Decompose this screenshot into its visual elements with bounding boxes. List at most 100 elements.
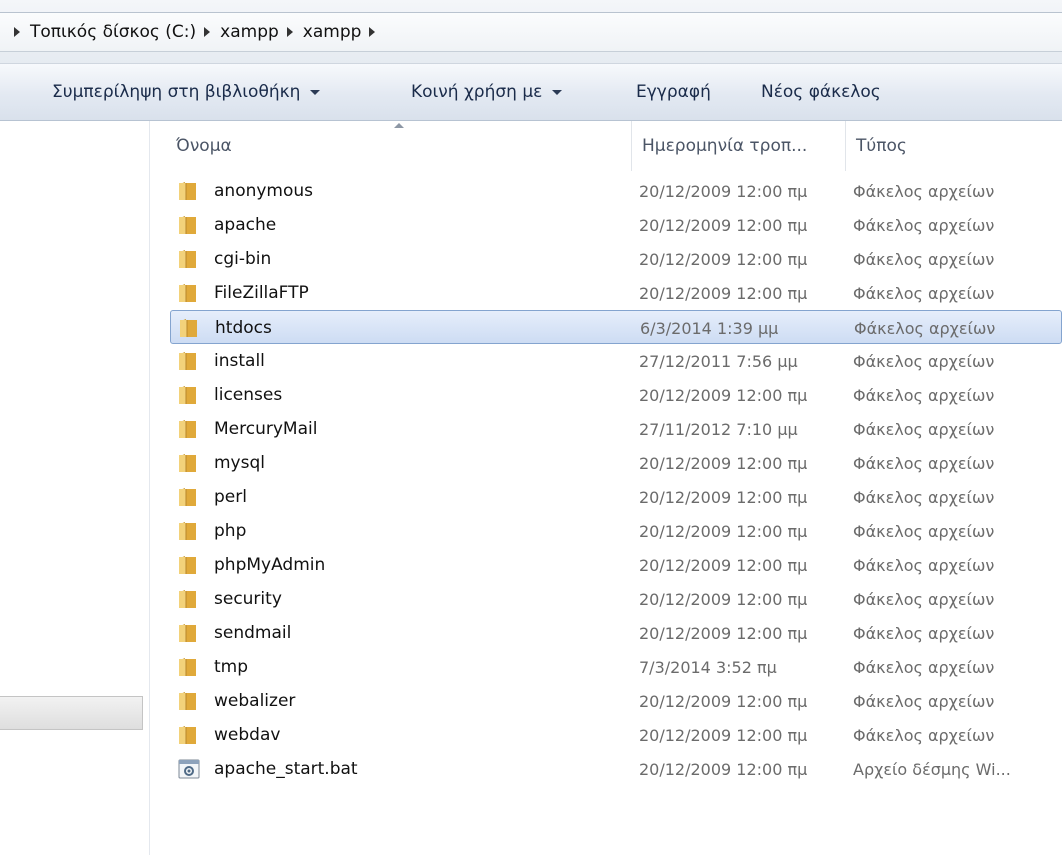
folder-icon [178,656,198,678]
file-row[interactable]: tmp 7/3/2014 3:52 πμ Φάκελος αρχείων [170,650,1062,684]
folder-icon [178,588,198,610]
file-type: Φάκελος αρχείων [854,319,996,338]
folder-icon [178,452,198,474]
file-row[interactable]: licenses 20/12/2009 12:00 πμ Φάκελος αρχεί… [170,378,1062,412]
include-in-library-label: Συμπερίληψη στη βιβλιοθήκη [52,82,301,102]
file-row[interactable]: htdocs 6/3/2014 1:39 μμ Φάκελος αρχείων [170,310,1062,344]
file-name: cgi-bin [214,249,272,269]
chevron-down-icon [552,89,563,95]
file-row[interactable]: cgi-bin 20/12/2009 12:00 πμ Φάκελος αρχείω… [170,242,1062,276]
file-row[interactable]: FileZillaFTP 20/12/2009 12:00 πμ Φάκελος α… [170,276,1062,310]
include-in-library-button[interactable]: Συμπερίληψη στη βιβλιοθήκη [52,82,321,102]
column-header-name-label: Όνομα [176,136,232,156]
column-header-type[interactable]: Τύπος [845,121,1062,171]
file-date-modified: 6/3/2014 1:39 μμ [640,319,779,338]
file-name: webalizer [214,691,296,711]
file-name: apache_start.bat [214,759,358,779]
file-name: mysql [214,453,265,473]
navigation-pane-selected-item[interactable] [0,696,143,730]
file-date-modified: 7/3/2014 3:52 πμ [639,658,777,677]
navigation-pane[interactable] [0,121,150,855]
file-type: Αρχείο δέσμης Wi... [853,760,1011,779]
file-name: security [214,589,282,609]
file-row[interactable]: php 20/12/2009 12:00 πμ Φάκελος αρχείων [170,514,1062,548]
file-row[interactable]: phpMyAdmin 20/12/2009 12:00 πμ Φάκελος αρχ… [170,548,1062,582]
file-name: tmp [214,657,249,677]
file-type: Φάκελος αρχείων [853,590,995,609]
file-date-modified: 20/12/2009 12:00 πμ [639,250,808,269]
folder-icon [178,622,198,644]
file-row[interactable]: perl 20/12/2009 12:00 πμ Φάκελος αρχείων [170,480,1062,514]
folder-icon [178,248,198,270]
file-name: webdav [214,725,281,745]
file-row[interactable]: MercuryMail 27/11/2012 7:10 μμ Φάκελος αρχ… [170,412,1062,446]
share-with-label: Κοινή χρήση με [411,82,543,102]
file-row[interactable]: apache 20/12/2009 12:00 πμ Φάκελος αρχείων [170,208,1062,242]
breadcrumb-separator-icon[interactable] [369,27,376,37]
file-row[interactable]: install 27/12/2011 7:56 μμ Φάκελος αρχείων [170,344,1062,378]
burn-button[interactable]: Εγγραφή [636,82,711,102]
file-name: php [214,521,247,541]
file-date-modified: 20/12/2009 12:00 πμ [639,760,808,779]
file-type: Φάκελος αρχείων [853,284,995,303]
sort-ascending-icon [394,123,404,128]
column-headers: Όνομα Ημερομηνία τροπ... Τύπος [150,121,1062,171]
file-date-modified: 20/12/2009 12:00 πμ [639,488,808,507]
chevron-down-icon [310,89,321,95]
column-header-name[interactable]: Όνομα [166,121,631,171]
folder-icon [178,554,198,576]
file-type: Φάκελος αρχείων [853,250,995,269]
file-type: Φάκελος αρχείων [853,352,995,371]
breadcrumb-separator-icon[interactable] [286,27,293,37]
breadcrumb-separator-icon[interactable] [14,27,20,37]
file-type: Φάκελος αρχείων [853,692,995,711]
file-date-modified: 20/12/2009 12:00 πμ [639,590,808,609]
file-name: licenses [214,385,283,405]
breadcrumb-item-xampp-sub[interactable]: xampp [303,22,362,42]
folder-icon [178,214,198,236]
folder-icon [178,350,198,372]
file-name: htdocs [215,318,272,338]
file-date-modified: 20/12/2009 12:00 πμ [639,454,808,473]
file-type: Φάκελος αρχείων [853,624,995,643]
share-with-button[interactable]: Κοινή χρήση με [411,82,563,102]
file-type: Φάκελος αρχείων [853,488,995,507]
file-row[interactable]: mysql 20/12/2009 12:00 πμ Φάκελος αρχείων [170,446,1062,480]
new-folder-button[interactable]: Νέος φάκελος [761,82,881,102]
file-type: Φάκελος αρχείων [853,420,995,439]
file-date-modified: 20/12/2009 12:00 πμ [639,624,808,643]
file-row[interactable]: webalizer 20/12/2009 12:00 πμ Φάκελος αρχε… [170,684,1062,718]
file-date-modified: 20/12/2009 12:00 πμ [639,216,808,235]
file-date-modified: 20/12/2009 12:00 πμ [639,284,808,303]
breadcrumb[interactable]: Τοπικός δίσκος (C:) xampp xampp [0,12,1062,52]
file-row[interactable]: webdav 20/12/2009 12:00 πμ Φάκελος αρχείων [170,718,1062,752]
burn-label: Εγγραφή [636,82,711,102]
file-type: Φάκελος αρχείων [853,726,995,745]
file-row[interactable]: security 20/12/2009 12:00 πμ Φάκελος αρχεί… [170,582,1062,616]
folder-icon [178,282,198,304]
file-type: Φάκελος αρχείων [853,386,995,405]
file-row[interactable]: apache_start.bat 20/12/2009 12:00 πμ Αρχεί… [170,752,1062,786]
breadcrumb-separator-icon[interactable] [204,27,211,37]
file-row[interactable]: anonymous 20/12/2009 12:00 πμ Φάκελος αρχε… [170,174,1062,208]
breadcrumb-item-local-disk[interactable]: Τοπικός δίσκος (C:) [30,22,196,42]
file-name: perl [214,487,247,507]
folder-icon [179,317,199,339]
file-name: phpMyAdmin [214,555,326,575]
column-header-date-label: Ημερομηνία τροπ... [642,136,808,156]
file-date-modified: 20/12/2009 12:00 πμ [639,726,808,745]
folder-icon [178,724,198,746]
column-header-date-modified[interactable]: Ημερομηνία τροπ... [631,121,845,171]
file-type: Φάκελος αρχείων [853,454,995,473]
file-row[interactable]: sendmail 20/12/2009 12:00 πμ Φάκελος αρχεί… [170,616,1062,650]
file-type: Φάκελος αρχείων [853,522,995,541]
file-name: MercuryMail [214,419,318,439]
file-name: anonymous [214,181,314,201]
file-date-modified: 20/12/2009 12:00 πμ [639,556,808,575]
breadcrumb-item-xampp[interactable]: xampp [220,22,279,42]
folder-icon [178,384,198,406]
new-folder-label: Νέος φάκελος [761,82,881,102]
file-date-modified: 20/12/2009 12:00 πμ [639,386,808,405]
folder-icon [178,418,198,440]
file-date-modified: 20/12/2009 12:00 πμ [639,522,808,541]
